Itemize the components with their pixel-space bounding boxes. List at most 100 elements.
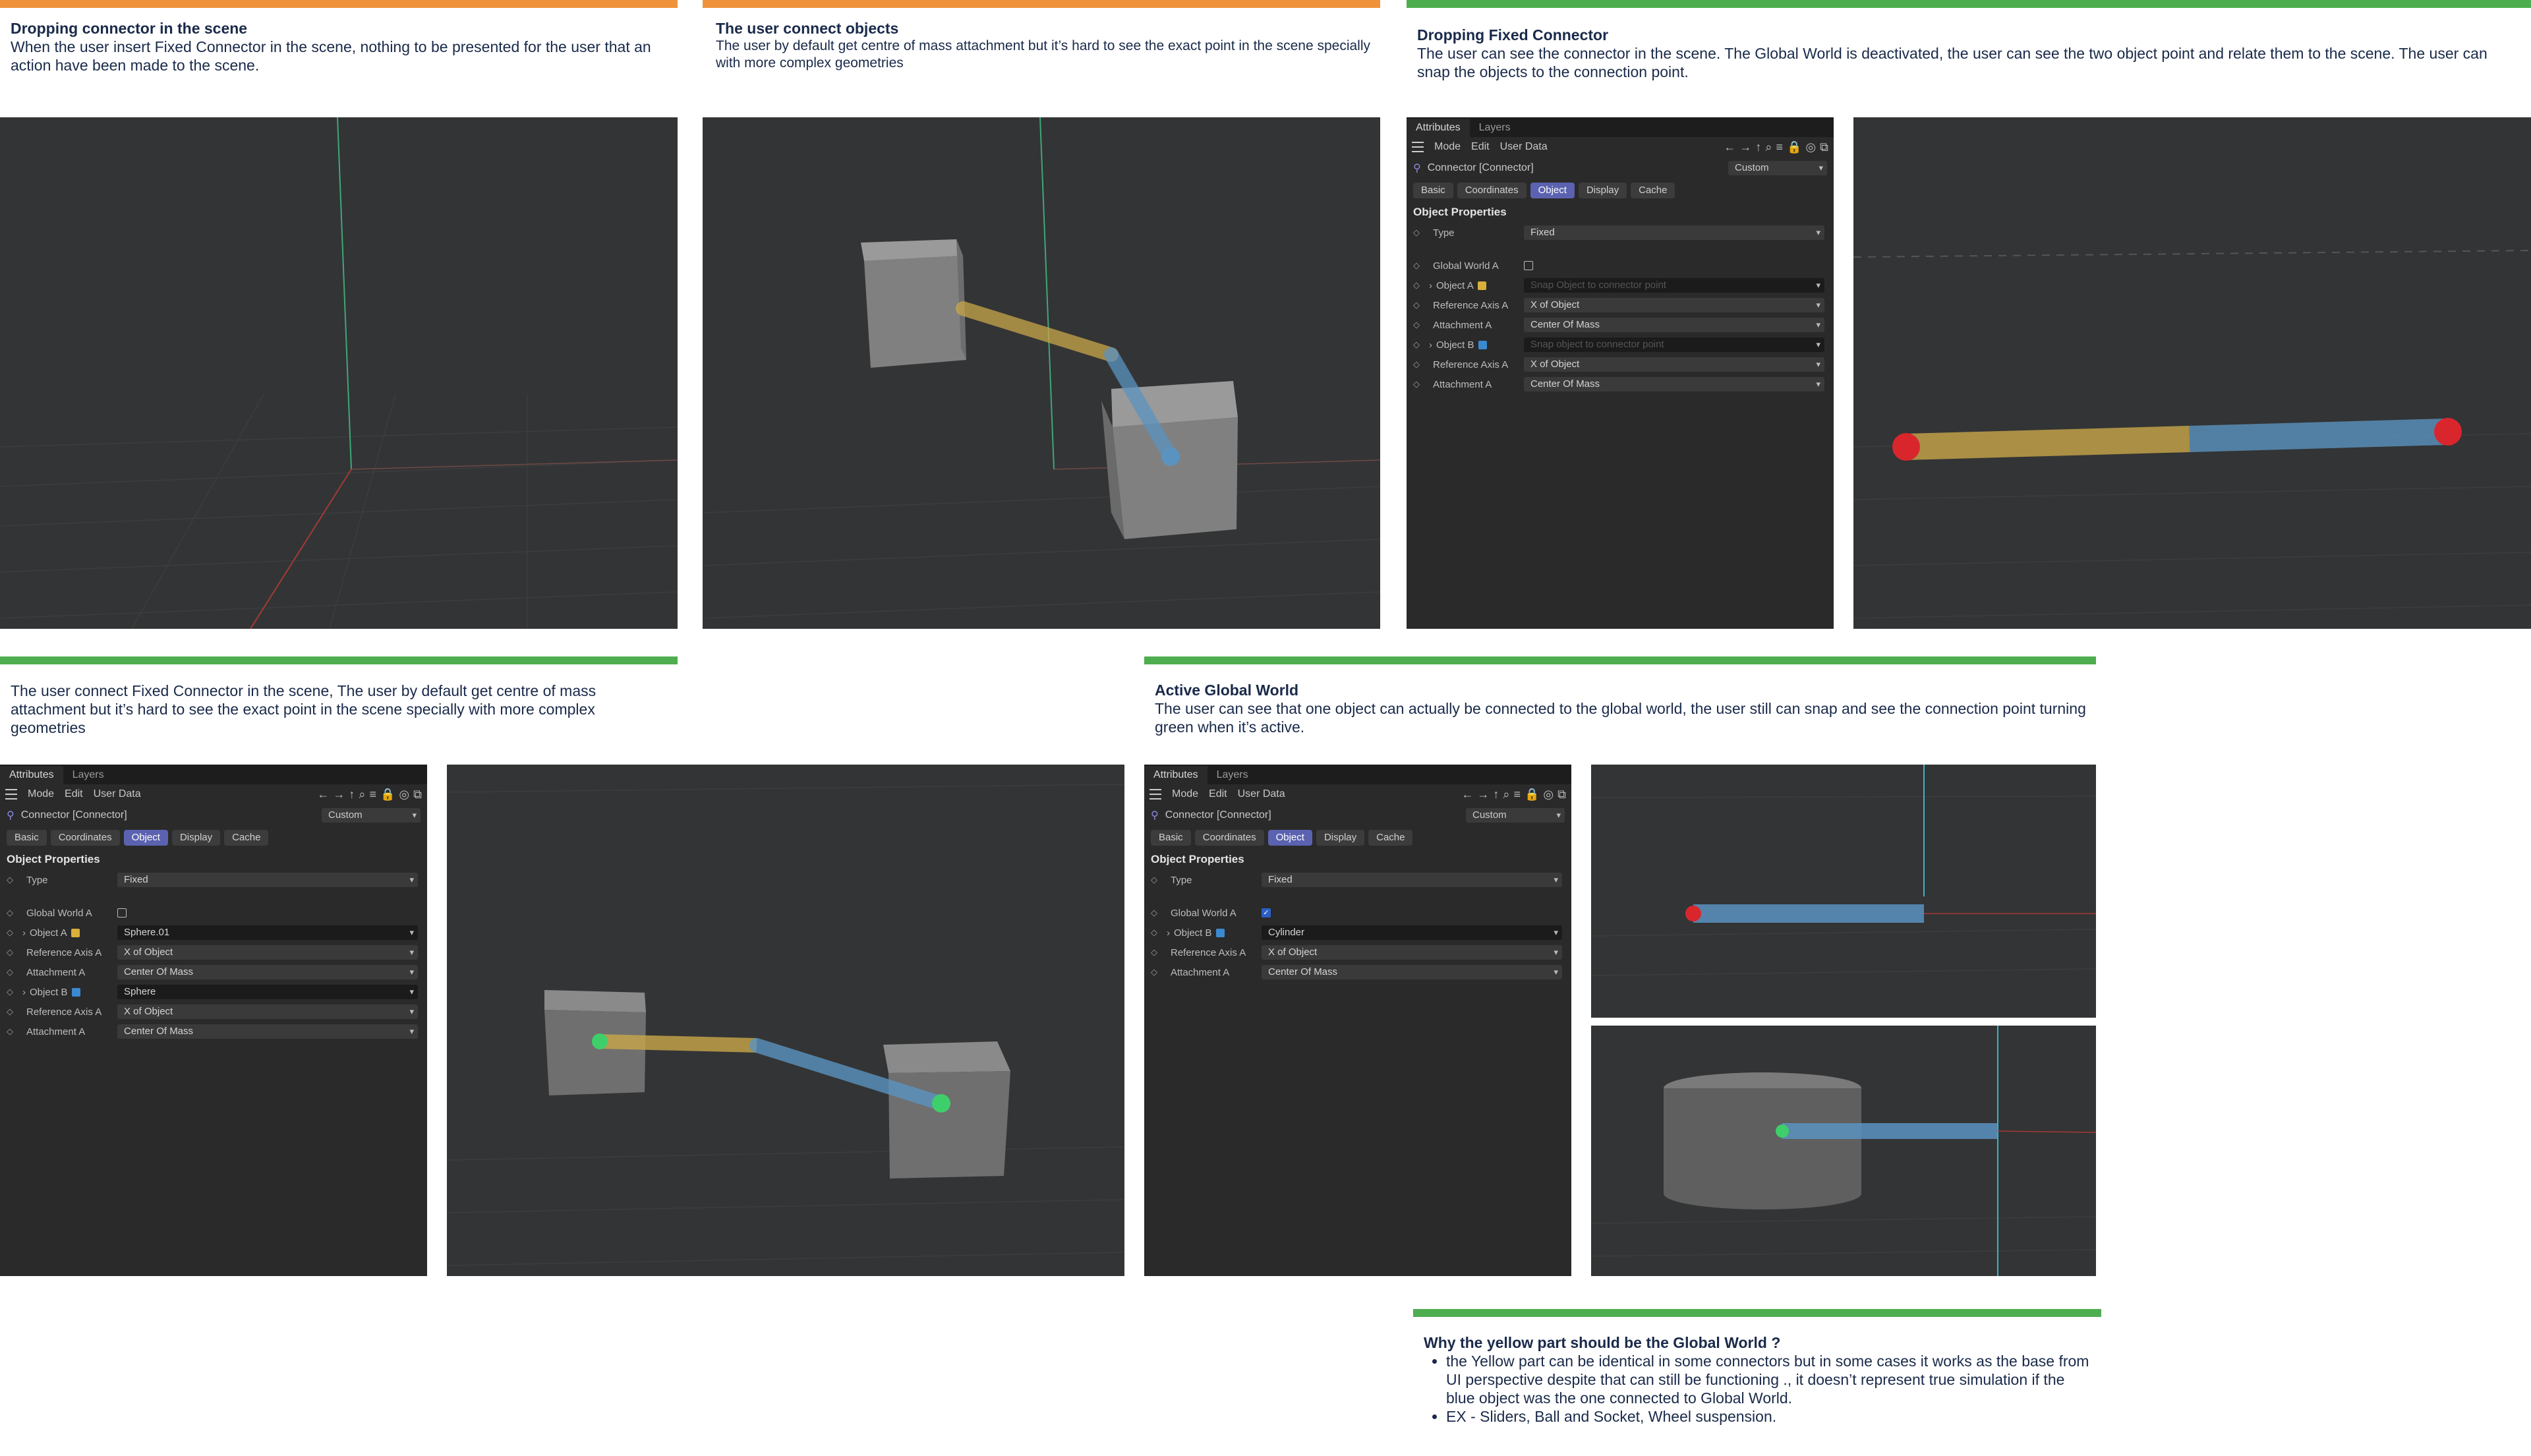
tab-attributes[interactable]: Attributes	[1144, 766, 1207, 784]
subtab-basic[interactable]: Basic	[1413, 183, 1453, 198]
tab-layers[interactable]: Layers	[1470, 119, 1520, 137]
object-b-label: Object B	[1436, 339, 1474, 351]
attributes-panel-3[interactable]: Attributes Layers Mode Edit User Data ← →…	[1144, 765, 1571, 1276]
global-world-checkbox[interactable]	[117, 908, 127, 917]
subtab-basic[interactable]: Basic	[7, 830, 47, 846]
object-name: Connector [Connector]	[1165, 809, 1271, 821]
section-bar-3	[1407, 0, 2531, 8]
menu-edit[interactable]: Edit	[1471, 141, 1490, 153]
viewport-global-world-cylinder[interactable]	[1591, 1026, 2096, 1276]
back-arrow-icon: ←	[317, 787, 330, 801]
preset-dropdown[interactable]: Custom	[1466, 808, 1565, 823]
subtab-object[interactable]: Object	[1530, 183, 1575, 198]
forward-arrow-icon: →	[333, 787, 345, 801]
menu-mode[interactable]: Mode	[28, 788, 54, 800]
subtab-display[interactable]: Display	[1316, 830, 1365, 846]
viewport-connected-cubes[interactable]	[447, 765, 1124, 1276]
attachment-dropdown[interactable]: Center Of Mass	[1262, 965, 1562, 979]
scene-empty-svg	[0, 117, 678, 629]
subtab-display[interactable]: Display	[171, 830, 221, 846]
attachment-label: Attachment A	[1171, 966, 1230, 978]
ref-axis-label: Reference Axis A	[26, 1006, 102, 1018]
type-dropdown[interactable]: Fixed	[1262, 873, 1562, 887]
object-b-field[interactable]: Snap object to connector point	[1524, 337, 1824, 352]
attachment-dropdown[interactable]: Center Of Mass	[117, 1024, 418, 1039]
keyframe-diamond-icon: ◇	[7, 987, 13, 997]
attachment-label: Attachment A	[26, 966, 86, 978]
scene-connector-svg	[1853, 250, 2531, 619]
target-icon: ◎	[1543, 787, 1554, 801]
section-bar-6	[1413, 1309, 2101, 1317]
yellow-swatch	[71, 929, 80, 938]
subtab-object[interactable]: Object	[1267, 830, 1312, 846]
blue-swatch	[1478, 341, 1487, 350]
subtab-coordinates[interactable]: Coordinates	[1194, 830, 1264, 846]
subtab-display[interactable]: Display	[1578, 183, 1627, 198]
subtab-cache[interactable]: Cache	[1631, 183, 1675, 198]
object-a-field[interactable]: Snap Object to connector point	[1524, 278, 1824, 293]
ref-axis-dropdown[interactable]: X of Object	[1524, 357, 1824, 372]
menu-mode[interactable]: Mode	[1434, 141, 1461, 153]
viewport-global-world-top[interactable]	[1591, 765, 2096, 1018]
menu-user-data[interactable]: User Data	[1238, 788, 1285, 800]
object-b-label: Object B	[30, 986, 68, 998]
menu-mode[interactable]: Mode	[1172, 788, 1198, 800]
attachment-dropdown[interactable]: Center Of Mass	[117, 965, 418, 979]
global-world-checkbox-checked[interactable]: ✓	[1262, 908, 1271, 917]
keyframe-diamond-icon: ◇	[7, 927, 13, 937]
menu-edit[interactable]: Edit	[1209, 788, 1227, 800]
type-dropdown[interactable]: Fixed	[117, 873, 418, 887]
keyframe-diamond-icon: ◇	[7, 967, 13, 977]
tab-layers[interactable]: Layers	[63, 766, 113, 784]
expand-chevron-icon: ›	[1167, 927, 1170, 939]
subtab-basic[interactable]: Basic	[1151, 830, 1191, 846]
section-bar-2	[703, 0, 1380, 8]
type-dropdown[interactable]: Fixed	[1524, 225, 1824, 240]
attachment-dropdown[interactable]: Center Of Mass	[1524, 318, 1824, 332]
ref-axis-dropdown[interactable]: X of Object	[1262, 945, 1562, 960]
global-world-checkbox[interactable]	[1524, 261, 1533, 270]
keyframe-diamond-icon: ◇	[1151, 947, 1157, 957]
blue-swatch	[71, 988, 80, 997]
viewport-fixed-connector[interactable]	[1853, 117, 2531, 629]
tab-layers[interactable]: Layers	[1207, 766, 1258, 784]
toolbar-icons[interactable]: ← → ↑ ⌕ ≡ 🔒 ◎ ⧉	[317, 788, 422, 801]
ref-axis-dropdown[interactable]: X of Object	[1524, 298, 1824, 312]
connector-icon: ⚲	[1151, 810, 1159, 821]
subtab-object[interactable]: Object	[123, 830, 168, 846]
keyframe-diamond-icon: ◇	[7, 947, 13, 957]
subtab-coordinates[interactable]: Coordinates	[1457, 183, 1527, 198]
expand-chevron-icon: ›	[22, 927, 26, 939]
object-a-label: Object A	[30, 927, 67, 939]
ref-axis-dropdown[interactable]: X of Object	[117, 1005, 418, 1019]
viewport-connected-objects[interactable]	[703, 117, 1380, 629]
keyframe-diamond-icon: ◇	[1413, 379, 1420, 389]
ref-axis-dropdown[interactable]: X of Object	[117, 945, 418, 960]
global-world-label: Global World A	[1171, 907, 1236, 919]
menu-icon[interactable]	[1149, 789, 1161, 800]
tab-attributes[interactable]: Attributes	[0, 766, 63, 784]
tab-attributes[interactable]: Attributes	[1407, 119, 1470, 137]
menu-user-data[interactable]: User Data	[1500, 141, 1548, 153]
preset-dropdown[interactable]: Custom	[1728, 161, 1827, 175]
keyframe-diamond-icon: ◇	[1413, 320, 1420, 330]
attachment-dropdown[interactable]: Center Of Mass	[1524, 377, 1824, 392]
subtab-coordinates[interactable]: Coordinates	[50, 830, 120, 846]
menu-user-data[interactable]: User Data	[94, 788, 141, 800]
menu-edit[interactable]: Edit	[65, 788, 83, 800]
object-b-field[interactable]: Sphere	[117, 985, 418, 999]
attributes-panel-1[interactable]: Attributes Layers Mode Edit User Data ← →…	[1407, 117, 1834, 629]
toolbar-icons[interactable]: ← → ↑ ⌕ ≡ 🔒 ◎ ⧉	[1461, 788, 1566, 801]
toolbar-icons[interactable]: ← → ↑ ⌕ ≡ 🔒 ◎ ⧉	[1724, 140, 1828, 154]
subtab-cache[interactable]: Cache	[224, 830, 269, 846]
attributes-panel-2[interactable]: Attributes Layers Mode Edit User Data ← →…	[0, 765, 427, 1276]
up-arrow-icon: ↑	[1755, 140, 1762, 154]
subtab-cache[interactable]: Cache	[1368, 830, 1413, 846]
menu-icon[interactable]	[1412, 142, 1424, 152]
menu-icon[interactable]	[5, 789, 17, 800]
viewport-empty-scene[interactable]	[0, 117, 678, 629]
object-a-field[interactable]: Sphere.01	[117, 925, 418, 940]
preset-dropdown[interactable]: Custom	[322, 808, 421, 823]
keyframe-diamond-icon: ◇	[1413, 359, 1420, 369]
object-b-field[interactable]: Cylinder	[1262, 925, 1562, 940]
